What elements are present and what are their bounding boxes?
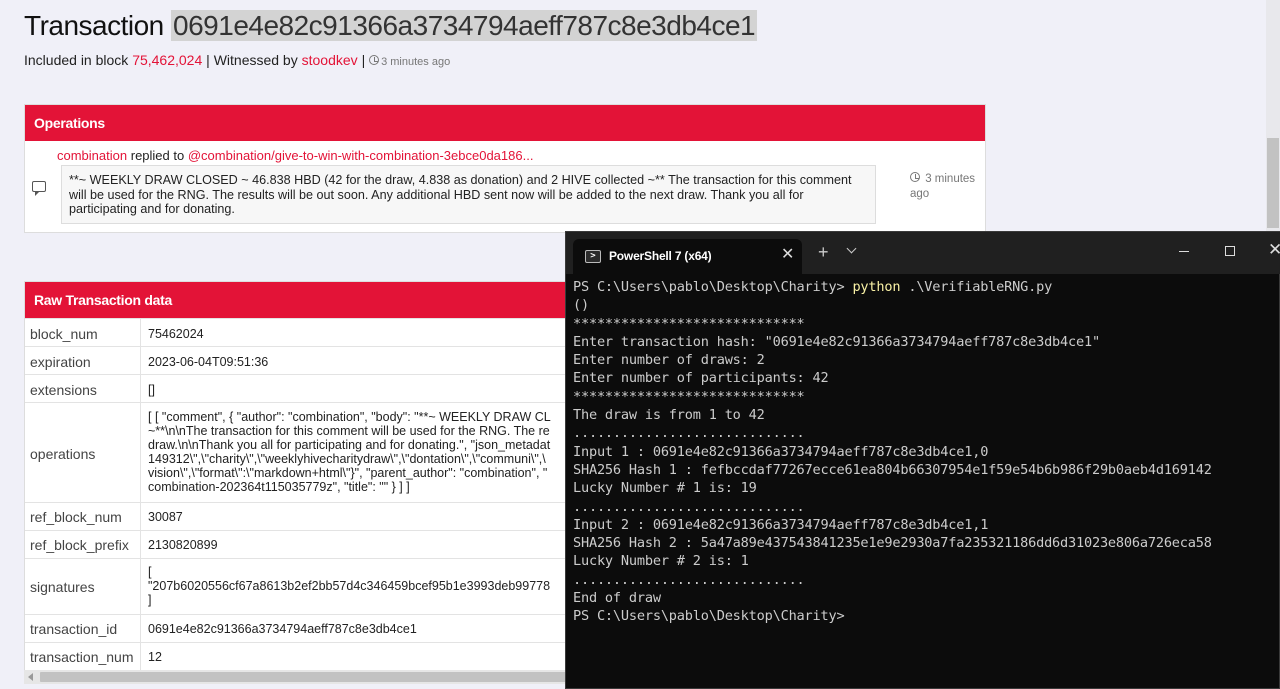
horizontal-scrollbar[interactable] bbox=[24, 670, 566, 684]
row-key: ref_block_prefix bbox=[30, 537, 129, 553]
terminal-line: Input 1 : 0691e4e82c91366a3734794aeff787… bbox=[573, 443, 989, 460]
row-value: [ [ "comment", { "author": "combination"… bbox=[148, 410, 551, 494]
row-key: transaction_num bbox=[30, 649, 134, 665]
separator: | bbox=[361, 52, 366, 68]
scrollbar-thumb[interactable] bbox=[40, 672, 566, 682]
terminal-line: Input 2 : 0691e4e82c91366a3734794aeff787… bbox=[573, 516, 989, 533]
operation-summary: combination replied to @combination/give… bbox=[57, 148, 533, 163]
clock-icon bbox=[369, 55, 380, 65]
terminal-line: The draw is from 1 to 42 bbox=[573, 407, 765, 424]
row-key: signatures bbox=[30, 579, 95, 595]
operation-author-link[interactable]: combination bbox=[57, 148, 127, 163]
row-key: operations bbox=[30, 446, 96, 462]
terminal-line: Enter number of draws: 2 bbox=[573, 352, 765, 369]
operations-line: ~**\n\nThe transaction for this comment … bbox=[148, 424, 550, 438]
operation-body: **~ WEEKLY DRAW CLOSED ~ 46.838 HBD (42 … bbox=[61, 165, 876, 224]
terminal-line: PS C:\Users\pablo\Desktop\Charity> pytho… bbox=[573, 278, 1273, 296]
maximize-icon[interactable] bbox=[1225, 246, 1235, 256]
terminal-line: SHA256 Hash 1 : fefbccdaf77267ecce61ea80… bbox=[573, 461, 1212, 478]
block-number-link[interactable]: 75,462,024 bbox=[132, 52, 202, 68]
terminal-prompt: PS C:\Users\pablo\Desktop\Charity> bbox=[573, 279, 853, 295]
row-key: extensions bbox=[30, 382, 97, 398]
powershell-icon: > bbox=[585, 250, 601, 263]
signature-line: [ bbox=[148, 565, 152, 579]
terminal-line: Lucky Number # 1 is: 19 bbox=[573, 480, 757, 497]
terminal-line: Enter transaction hash: "0691e4e82c91366… bbox=[573, 333, 1100, 350]
row-key: expiration bbox=[30, 354, 91, 370]
signature-line: "207b6020556cf67a8613b2ef2bb57d4c346459b… bbox=[148, 579, 551, 593]
minimize-icon[interactable] bbox=[1179, 251, 1189, 252]
operations-line: combination-202364t115035779z", "title":… bbox=[148, 480, 410, 494]
scroll-left-icon[interactable] bbox=[28, 673, 33, 681]
witnessed-label: Witnessed by bbox=[213, 52, 298, 68]
operations-line: draw.\n\nThank you all for participating… bbox=[148, 438, 551, 452]
page-title: Transaction 0691e4e82c91366a3734794aeff7… bbox=[24, 10, 758, 42]
tab-close-icon[interactable]: ✕ bbox=[781, 245, 794, 265]
operations-heading: Operations bbox=[25, 105, 985, 141]
row-value: 12 bbox=[148, 650, 162, 664]
separator: | bbox=[206, 52, 210, 68]
operations-line: vision\",\"format\":\"markdown+html\"}",… bbox=[148, 466, 548, 480]
terminal-command: python bbox=[852, 279, 901, 295]
block-info-line: Included in block 75,462,024 | Witnessed… bbox=[24, 52, 450, 68]
operations-line: [ [ "comment", { "author": "combination"… bbox=[148, 410, 551, 424]
operation-target-link[interactable]: @combination/give-to-win-with-combinatio… bbox=[188, 148, 534, 163]
page-title-prefix: Transaction bbox=[24, 10, 164, 41]
included-label: Included in block bbox=[24, 52, 129, 68]
operations-panel: Operations combination replied to @combi… bbox=[24, 104, 986, 233]
row-value: 30087 bbox=[148, 510, 183, 524]
row-value: 2023-06-04T09:51:36 bbox=[148, 355, 269, 369]
terminal-command-args: .\VerifiableRNG.py bbox=[900, 279, 1053, 295]
terminal-titlebar[interactable]: > PowerShell 7 (x64) ✕ + ✕ bbox=[566, 232, 1280, 274]
row-key: transaction_id bbox=[30, 621, 118, 637]
transaction-hash-title[interactable]: 0691e4e82c91366a3734794aeff787c8e3db4ce1 bbox=[171, 10, 758, 41]
operation-time-line1: 3 minutes bbox=[925, 173, 976, 185]
new-tab-icon[interactable]: + bbox=[818, 242, 829, 262]
terminal-tab[interactable]: > PowerShell 7 (x64) ✕ bbox=[573, 239, 802, 274]
terminal-line: ............................. bbox=[573, 425, 805, 442]
operations-line: 149312\",\"charity\",\"weeklyhivecharity… bbox=[148, 452, 546, 466]
row-value: 2130820899 bbox=[148, 538, 218, 552]
witness-link[interactable]: stoodkev bbox=[302, 52, 358, 68]
terminal-line: ............................. bbox=[573, 498, 805, 515]
time-ago: 3 minutes ago bbox=[381, 56, 451, 68]
terminal-line: End of draw bbox=[573, 590, 661, 607]
operation-action: replied to bbox=[130, 148, 185, 163]
terminal-line: ***************************** bbox=[573, 315, 805, 332]
terminal-line: ............................. bbox=[573, 571, 805, 588]
operation-time-line2: ago bbox=[910, 188, 930, 200]
chevron-down-icon[interactable] bbox=[846, 243, 857, 254]
tab-title: PowerShell 7 (x64) bbox=[609, 249, 712, 263]
terminal-line: Enter number of participants: 42 bbox=[573, 370, 829, 387]
scrollbar-thumb[interactable] bbox=[1267, 138, 1279, 228]
terminal-line: Lucky Number # 2 is: 1 bbox=[573, 553, 749, 570]
terminal-line: SHA256 Hash 2 : 5a47a89e437543841235e1e9… bbox=[573, 535, 1212, 552]
row-value: 75462024 bbox=[148, 327, 204, 341]
terminal-line: ***************************** bbox=[573, 388, 805, 405]
row-value: [ "207b6020556cf67a8613b2ef2bb57d4c34645… bbox=[148, 565, 550, 607]
row-value: [] bbox=[148, 383, 155, 397]
terminal-line: () bbox=[573, 297, 589, 314]
operation-time: 3 minutes ago bbox=[910, 172, 980, 202]
clock-icon bbox=[910, 172, 920, 182]
terminal-line: PS C:\Users\pablo\Desktop\Charity> bbox=[573, 608, 845, 625]
terminal-output[interactable]: PS C:\Users\pablo\Desktop\Charity> pytho… bbox=[573, 278, 1273, 626]
row-key: block_num bbox=[30, 326, 98, 342]
window-close-icon[interactable]: ✕ bbox=[1268, 240, 1280, 260]
comment-icon bbox=[32, 181, 46, 196]
row-key: ref_block_num bbox=[30, 509, 122, 525]
row-value: 0691e4e82c91366a3734794aeff787c8e3db4ce1 bbox=[148, 622, 417, 636]
powershell-window[interactable]: > PowerShell 7 (x64) ✕ + ✕ PS C:\Users\p… bbox=[565, 231, 1280, 689]
signature-line: ] bbox=[148, 593, 152, 607]
